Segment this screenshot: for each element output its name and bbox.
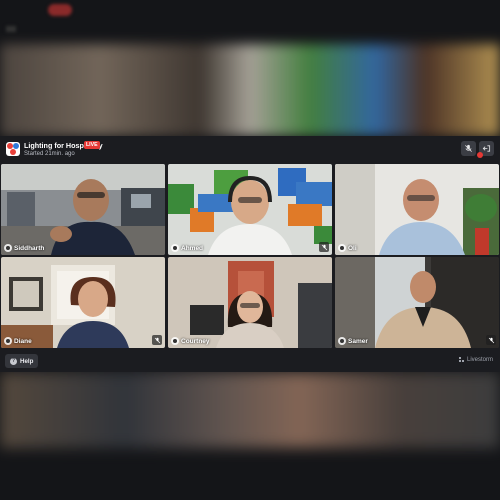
participant-video bbox=[335, 164, 499, 255]
leave-icon bbox=[482, 145, 491, 152]
participant-name-tag: Courtney bbox=[171, 337, 210, 345]
started-time: Started 21min. ago bbox=[24, 151, 75, 157]
blurred-background-badge bbox=[48, 4, 72, 16]
mic-off-icon bbox=[321, 244, 327, 250]
participant-name: Siddharth bbox=[14, 244, 45, 252]
mic-muted-indicator bbox=[319, 242, 329, 252]
participant-name: Courtney bbox=[181, 337, 210, 345]
app-logo bbox=[6, 142, 20, 156]
participant-name-tag: Diane bbox=[4, 337, 32, 345]
mic-muted-indicator bbox=[486, 335, 496, 345]
video-tile-siddharth[interactable]: Siddharth bbox=[1, 164, 165, 255]
participant-video bbox=[168, 164, 332, 255]
help-icon: ? bbox=[10, 357, 17, 365]
mic-muted-indicator bbox=[152, 335, 162, 345]
pin-icon bbox=[171, 337, 179, 345]
participant-name-tag: Oli bbox=[338, 244, 357, 252]
video-tile-ahmed[interactable]: Ahmed bbox=[168, 164, 332, 255]
meeting-header: Lighting for Hospitality LIVE Started 21… bbox=[0, 136, 500, 163]
pin-icon bbox=[338, 337, 346, 345]
video-tile-courtney[interactable]: Courtney bbox=[168, 257, 332, 348]
participant-name-tag: Samer bbox=[338, 337, 368, 345]
pin-icon bbox=[4, 337, 12, 345]
meeting-footer: ? Help Livestorm bbox=[0, 352, 500, 372]
video-tile-diane[interactable]: Diane bbox=[1, 257, 165, 348]
participant-name: Samer bbox=[348, 337, 368, 345]
notification-dot bbox=[477, 152, 483, 158]
participant-video bbox=[168, 257, 332, 348]
pin-icon bbox=[338, 244, 346, 252]
participant-name: Ahmed bbox=[181, 244, 204, 252]
participant-video bbox=[335, 257, 499, 348]
mic-off-icon bbox=[154, 337, 160, 343]
help-button[interactable]: ? Help bbox=[5, 354, 39, 368]
participant-name: Oli bbox=[348, 244, 357, 252]
mic-off-icon bbox=[488, 337, 494, 343]
blurred-background-top bbox=[0, 44, 500, 136]
participant-video bbox=[1, 257, 165, 348]
pin-icon bbox=[171, 244, 179, 252]
mic-off-icon bbox=[465, 144, 472, 152]
brand-link[interactable]: Livestorm bbox=[458, 357, 493, 363]
livestorm-logo-icon bbox=[458, 357, 464, 362]
blurred-background-text bbox=[4, 5, 7, 15]
participant-name-tag: Siddharth bbox=[4, 244, 44, 252]
participant-name-tag: Ahmed bbox=[171, 244, 203, 252]
brand-label: Livestorm bbox=[466, 357, 493, 363]
meeting-panel: Lighting for Hospitality LIVE Started 21… bbox=[0, 136, 500, 372]
participant-video bbox=[1, 164, 165, 255]
video-grid: Siddharth Ahmed Oli Diane Courtney Samer bbox=[0, 164, 500, 348]
blurred-background-bottom bbox=[0, 372, 500, 448]
video-tile-samer[interactable]: Samer bbox=[335, 257, 499, 348]
help-label: Help bbox=[20, 357, 34, 365]
video-tile-oli[interactable]: Oli bbox=[335, 164, 499, 255]
mute-button[interactable] bbox=[461, 141, 476, 156]
pin-icon bbox=[4, 244, 12, 252]
live-badge: LIVE bbox=[84, 141, 100, 149]
participant-name: Diane bbox=[14, 337, 32, 345]
blurred-background-shape bbox=[6, 26, 16, 32]
